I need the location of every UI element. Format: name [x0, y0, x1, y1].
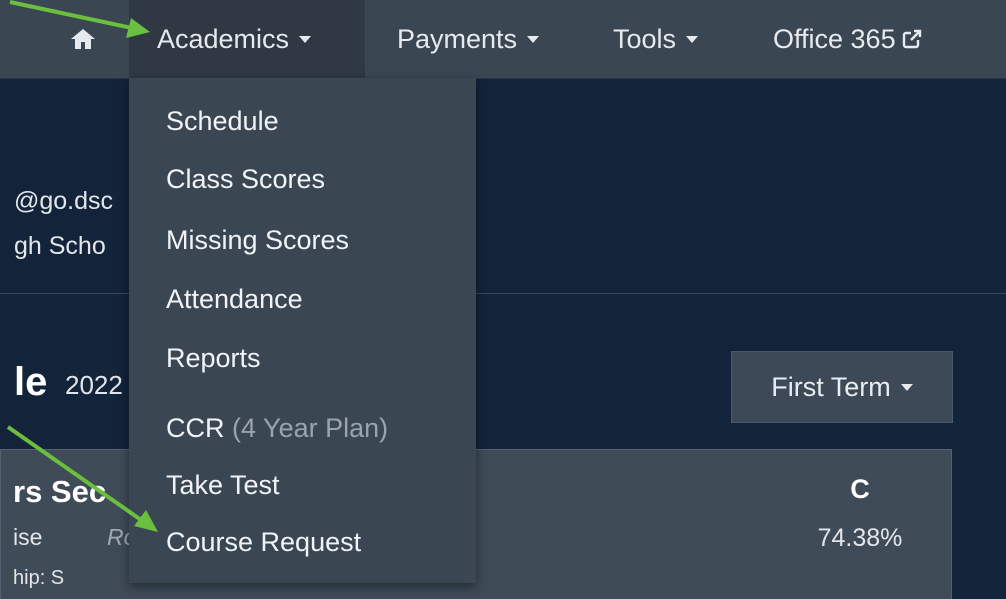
schedule-year: 2022: [65, 370, 123, 400]
course-teacher: ise: [13, 524, 43, 550]
course-citizenship: hip: S: [13, 567, 65, 589]
term-select-label: First Term: [771, 371, 891, 402]
menu-item-attendance[interactable]: Attendance: [166, 284, 303, 315]
menu-item-schedule[interactable]: Schedule: [166, 106, 279, 137]
user-school: gh Scho: [14, 232, 106, 260]
nav-payments[interactable]: Payments: [397, 0, 540, 78]
caret-down-icon: [299, 35, 312, 43]
term-select-button[interactable]: First Term: [731, 351, 953, 423]
external-link-icon: [902, 29, 922, 49]
menu-item-missing-scores[interactable]: Missing Scores: [166, 225, 349, 256]
user-email: @go.dsc: [14, 187, 114, 215]
menu-item-reports[interactable]: Reports: [166, 343, 261, 374]
top-navbar: Academics Payments Tools Office 365: [0, 0, 1006, 79]
caret-down-icon: [686, 35, 699, 43]
nav-academics[interactable]: Academics: [129, 0, 365, 78]
home-icon: [71, 29, 95, 49]
page-title: le: [14, 360, 48, 404]
menu-item-ccr-label: CCR: [166, 413, 225, 443]
menu-item-ccr[interactable]: CCR (4 Year Plan): [166, 413, 388, 444]
menu-item-course-request[interactable]: Course Request: [166, 527, 361, 558]
menu-item-class-scores[interactable]: Class Scores: [166, 164, 325, 195]
nav-office-label: Office 365: [773, 23, 896, 54]
home-link[interactable]: [66, 0, 100, 78]
course-name: rs Sec: [13, 474, 107, 509]
caret-down-icon: [527, 35, 540, 43]
caret-down-icon: [900, 383, 913, 391]
grade-letter: C: [850, 474, 870, 504]
nav-tools-label: Tools: [613, 23, 677, 54]
nav-payments-label: Payments: [397, 23, 518, 54]
nav-tools[interactable]: Tools: [613, 0, 699, 78]
menu-item-ccr-suffix: (4 Year Plan): [232, 413, 389, 443]
nav-office365[interactable]: Office 365: [773, 0, 922, 78]
menu-item-take-test[interactable]: Take Test: [166, 470, 280, 501]
grade-percent: 74.38%: [817, 524, 903, 552]
nav-academics-label: Academics: [157, 23, 290, 54]
academics-dropdown-menu: Schedule Class Scores Missing Scores Att…: [129, 78, 476, 583]
